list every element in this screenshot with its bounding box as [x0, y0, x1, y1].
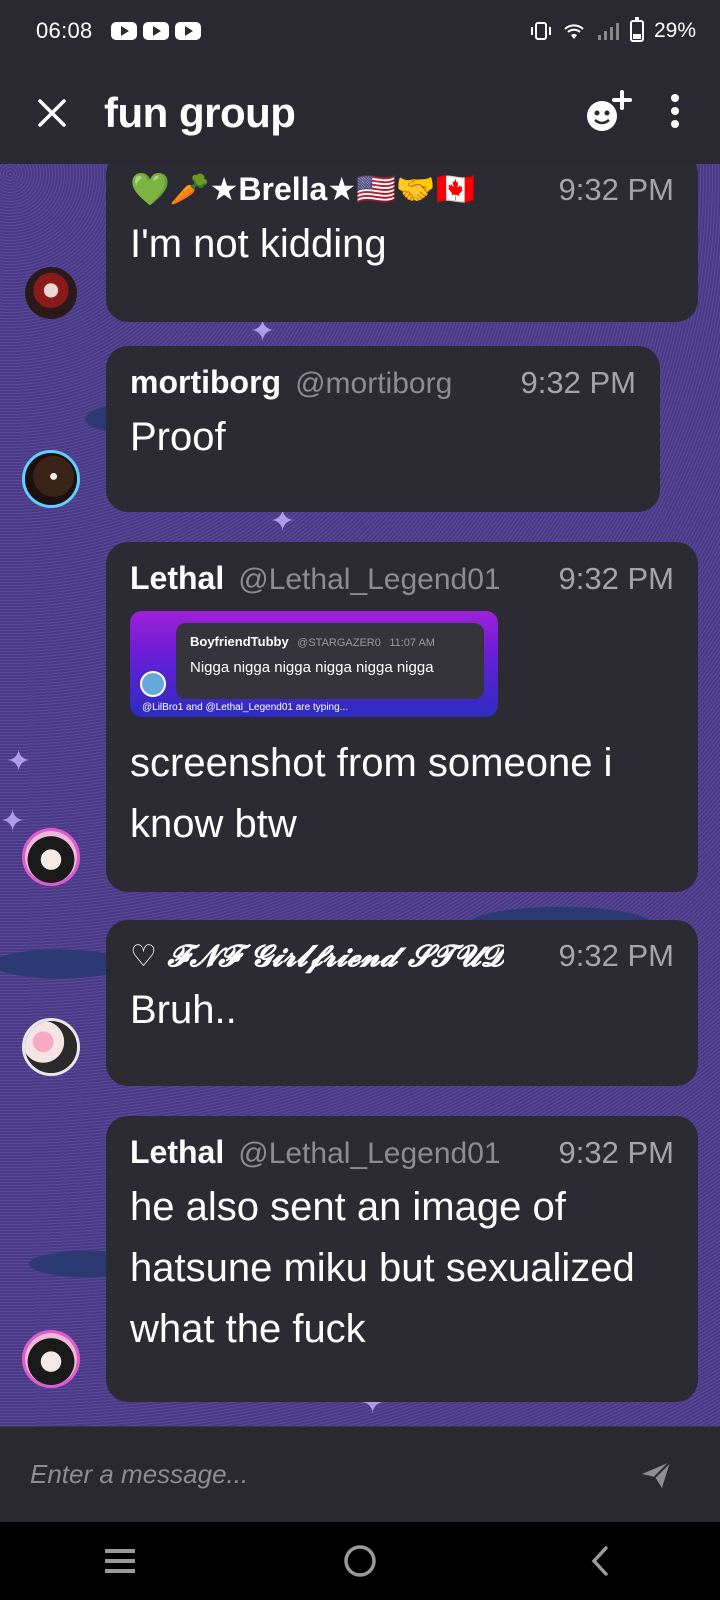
attachment-text: Nigga nigga nigga nigga nigga nigga: [190, 659, 434, 676]
message-handle: @mortiborg: [295, 367, 453, 400]
add-member-button[interactable]: [584, 88, 634, 139]
message-header: ♡ 𝓕𝓝𝓕 𝓖𝓲𝓻𝓵𝓯𝓻𝓲𝓮𝓷𝓭 𝓢𝓣𝓤𝓓 9:32 PM: [130, 938, 674, 974]
message-text: screenshot from someone i know btw: [130, 741, 613, 846]
battery-percent: 29%: [653, 19, 696, 42]
notification-icons: [110, 22, 201, 40]
status-time: 06:08: [36, 18, 93, 43]
avatar[interactable]: [22, 1330, 80, 1388]
avatar[interactable]: [22, 450, 80, 508]
message-header: mortiborg @mortiborg 9:32 PM: [130, 364, 636, 401]
message-time: 9:32 PM: [520, 365, 636, 400]
attachment-handle: @STARGAZER0: [297, 637, 381, 649]
send-button[interactable]: [634, 1453, 678, 1497]
message-bubble[interactable]: 💚🥕★Brella★🇺🇸🤝🇨🇦 9:32 PM I'm not kidding: [106, 164, 698, 322]
message-composer: [0, 1426, 720, 1522]
attachment-time: 11:07 AM: [389, 637, 435, 649]
recent-apps-button[interactable]: [80, 1531, 160, 1591]
message-text: Proof: [130, 415, 226, 459]
attachment-avatar: [140, 671, 166, 697]
message-header: Lethal @Lethal_Legend01 9:32 PM: [130, 560, 674, 597]
avatar[interactable]: [22, 264, 80, 322]
message-time: 9:32 PM: [558, 1135, 674, 1170]
message-text: Bruh..: [130, 988, 237, 1032]
message-author[interactable]: 💚🥕★Brella★🇺🇸🤝🇨🇦: [130, 170, 476, 208]
home-icon: [344, 1545, 376, 1577]
youtube-icon: [110, 22, 137, 40]
back-button[interactable]: [560, 1531, 640, 1591]
message-author[interactable]: mortiborg: [130, 364, 281, 401]
close-button[interactable]: [22, 83, 82, 143]
system-nav-bar: [0, 1522, 720, 1600]
attachment-header: BoyfriendTubby @STARGAZER0 11:07 AM: [190, 633, 470, 651]
page-title: fun group: [104, 89, 296, 136]
message-bubble[interactable]: Lethal @Lethal_Legend01 9:32 PM Boyfrien…: [106, 542, 698, 892]
message-input[interactable]: [30, 1459, 634, 1490]
header-actions: [584, 88, 680, 139]
status-bar: 06:08 29%: [0, 0, 720, 62]
sparkle-decoration: ✦: [0, 805, 26, 838]
message-author[interactable]: Lethal: [130, 560, 224, 597]
message-author[interactable]: Lethal: [130, 1134, 224, 1171]
add-member-icon: [587, 89, 632, 131]
message-time: 9:32 PM: [558, 561, 674, 596]
message-header: Lethal @Lethal_Legend01 9:32 PM: [130, 1134, 674, 1171]
recent-apps-icon: [105, 1549, 135, 1573]
attachment-author: BoyfriendTubby: [190, 634, 289, 649]
attachment-typing-indicator: @LilBro1 and @Lethal_Legend01 are typing…: [142, 702, 349, 713]
message-handle: @Lethal_Legend01: [238, 563, 501, 596]
more-options-button[interactable]: [670, 93, 680, 133]
send-icon: [642, 1460, 671, 1488]
message-time: 9:32 PM: [558, 172, 674, 207]
sparkle-decoration: ✦: [6, 745, 32, 778]
message-text: I'm not kidding: [130, 222, 387, 266]
youtube-icon: [142, 22, 169, 40]
message-bubble[interactable]: Lethal @Lethal_Legend01 9:32 PM he also …: [106, 1116, 698, 1402]
message-bubble[interactable]: mortiborg @mortiborg 9:32 PM Proof: [106, 346, 660, 512]
message-handle: @Lethal_Legend01: [238, 1137, 501, 1170]
message-time: 9:32 PM: [558, 938, 674, 973]
chat-header: fun group: [0, 62, 720, 164]
avatar[interactable]: [22, 1018, 80, 1076]
image-attachment[interactable]: BoyfriendTubby @STARGAZER0 11:07 AM Nigg…: [130, 611, 498, 717]
signal-icon: [597, 23, 619, 40]
message-text: he also sent an image of hatsune miku bu…: [130, 1185, 635, 1351]
message-author[interactable]: ♡ 𝓕𝓝𝓕 𝓖𝓲𝓻𝓵𝓯𝓻𝓲𝓮𝓷𝓭 𝓢𝓣𝓤𝓓: [130, 939, 504, 974]
home-button[interactable]: [320, 1531, 400, 1591]
youtube-icon: [174, 22, 201, 40]
avatar[interactable]: [22, 828, 80, 886]
message-list[interactable]: ✦ ✦ ✦ ✦ ✦ 💚🥕★Brella★🇺🇸🤝🇨🇦 9:32 PM I'm no…: [0, 164, 720, 1426]
close-icon: [38, 99, 66, 127]
wifi-icon: [564, 24, 584, 39]
more-vert-icon: [671, 93, 679, 128]
message-bubble[interactable]: ♡ 𝓕𝓝𝓕 𝓖𝓲𝓻𝓵𝓯𝓻𝓲𝓮𝓷𝓭 𝓢𝓣𝓤𝓓 9:32 PM Bruh..: [106, 920, 698, 1086]
back-icon: [591, 1546, 608, 1576]
system-status: 29%: [530, 17, 696, 43]
message-header: 💚🥕★Brella★🇺🇸🤝🇨🇦 9:32 PM: [130, 170, 674, 208]
battery-icon: [629, 17, 644, 42]
vibrate-icon: [530, 22, 551, 40]
attachment-message: BoyfriendTubby @STARGAZER0 11:07 AM Nigg…: [176, 623, 484, 699]
